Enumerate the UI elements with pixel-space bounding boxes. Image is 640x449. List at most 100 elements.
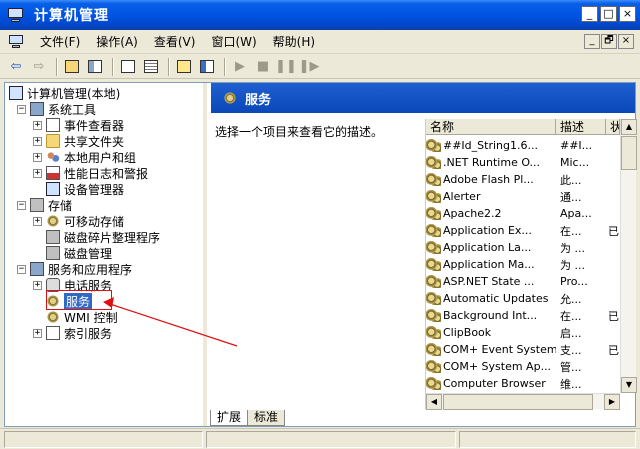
- service-gear-icon: [426, 275, 441, 288]
- vertical-scrollbar[interactable]: ▲ ▼: [620, 119, 637, 393]
- service-desc: 启...: [560, 326, 582, 340]
- service-gear-icon: [426, 224, 441, 237]
- maximize-button[interactable]: □: [600, 6, 617, 22]
- menu-help[interactable]: 帮助(H): [265, 33, 323, 50]
- tree-node-device-manager[interactable]: 设备管理器: [33, 181, 124, 197]
- scroll-right-icon[interactable]: ▶: [604, 394, 620, 410]
- service-row[interactable]: ClipBook 启...: [426, 324, 620, 341]
- scroll-thumb[interactable]: [443, 394, 593, 410]
- tree-node-storage[interactable]: − 存储: [17, 197, 72, 213]
- child-restore-button[interactable]: 🗗: [601, 34, 617, 49]
- expand-icon[interactable]: +: [33, 280, 42, 290]
- scroll-thumb[interactable]: [621, 136, 637, 170]
- scroll-down-icon[interactable]: ▼: [621, 377, 637, 393]
- system-menu-icon[interactable]: [8, 34, 26, 50]
- tree-node-services-apps[interactable]: − 服务和应用程序: [17, 261, 132, 277]
- child-close-button[interactable]: ×: [618, 34, 634, 49]
- show-hide-tree-icon[interactable]: [85, 57, 105, 77]
- tab-standard[interactable]: 标准: [247, 410, 286, 426]
- column-header-status[interactable]: 状: [606, 119, 620, 135]
- tree-label: 计算机管理(本地): [27, 86, 121, 101]
- service-row[interactable]: Adobe Flash Pl... 此...: [426, 171, 620, 188]
- details-header: 服务: [211, 83, 635, 113]
- service-name: Automatic Updates: [443, 292, 549, 305]
- main-pane: 计算机管理(本地) − 系统工具 + 事件查看器 + 共享文件夹 + 本地用户和…: [4, 82, 637, 427]
- properties-icon[interactable]: [197, 57, 217, 77]
- tree-node-wmi[interactable]: WMI 控制: [33, 309, 118, 325]
- scroll-up-icon[interactable]: ▲: [621, 119, 637, 135]
- menu-window[interactable]: 窗口(W): [203, 33, 264, 50]
- column-header-description[interactable]: 描述: [556, 119, 606, 135]
- service-row[interactable]: .NET Runtime O... Mic...: [426, 154, 620, 171]
- service-row[interactable]: Application Ex... 在... 已: [426, 222, 620, 239]
- export-list-icon[interactable]: [141, 57, 161, 77]
- service-row[interactable]: Alerter 通...: [426, 188, 620, 205]
- tree-node-event-viewer[interactable]: + 事件查看器: [33, 117, 124, 133]
- expand-icon[interactable]: +: [33, 216, 42, 226]
- scroll-left-icon[interactable]: ◀: [426, 394, 442, 410]
- service-row[interactable]: ASP.NET State ... Pro...: [426, 273, 620, 290]
- service-gear-icon: [426, 173, 441, 186]
- service-row[interactable]: COM+ System Ap... 管...: [426, 358, 620, 375]
- child-minimize-button[interactable]: _: [584, 34, 600, 49]
- collapse-icon[interactable]: −: [17, 200, 26, 210]
- expand-icon[interactable]: +: [33, 152, 42, 162]
- tree-node-removable-storage[interactable]: + 可移动存储: [33, 213, 124, 229]
- up-folder-icon[interactable]: [62, 57, 82, 77]
- service-desc: 支...: [560, 343, 582, 357]
- minimize-button[interactable]: _: [581, 6, 598, 22]
- back-icon[interactable]: ⇦: [6, 57, 26, 77]
- computer-icon: [9, 86, 23, 100]
- users-icon: [46, 150, 60, 164]
- tree-label: 系统工具: [48, 102, 97, 117]
- service-row[interactable]: Application Ma... 为 ...: [426, 256, 620, 273]
- expand-icon[interactable]: +: [33, 120, 42, 130]
- service-row[interactable]: Automatic Updates 允...: [426, 290, 620, 307]
- service-desc: 管...: [560, 360, 582, 374]
- service-row[interactable]: Application La... 为 ...: [426, 239, 620, 256]
- tree-node-defrag[interactable]: 磁盘碎片整理程序: [33, 229, 160, 245]
- service-row[interactable]: Computer Browser 维...: [426, 375, 620, 392]
- tree-label: WMI 控制: [64, 310, 118, 325]
- tab-extended[interactable]: 扩展: [210, 410, 249, 426]
- refresh-icon[interactable]: [118, 57, 138, 77]
- view-tabs: 扩展 标准: [210, 408, 286, 426]
- start-service-icon[interactable]: ▶: [230, 57, 250, 77]
- status-panel: [458, 431, 636, 448]
- stop-service-icon[interactable]: ■: [253, 57, 273, 77]
- details-pane: 服务 选择一个项目来查看它的描述。 名称 描述 状 ##Id_String1.6…: [211, 83, 637, 426]
- service-name-cell: Application Ma...: [426, 258, 556, 271]
- expand-icon[interactable]: +: [33, 136, 42, 146]
- service-gear-icon: [426, 343, 441, 356]
- expand-icon[interactable]: +: [33, 168, 42, 178]
- restart-service-icon[interactable]: ❚▶: [299, 57, 320, 77]
- pause-service-icon[interactable]: ❚❚: [275, 57, 297, 77]
- close-button[interactable]: ×: [619, 6, 636, 22]
- service-row[interactable]: COM+ Event System 支... 已: [426, 341, 620, 358]
- column-header-name[interactable]: 名称: [426, 119, 556, 135]
- service-desc: 维...: [560, 377, 582, 391]
- tree-label: 本地用户和组: [64, 150, 137, 165]
- tree-node-local-users[interactable]: + 本地用户和组: [33, 149, 136, 165]
- tree-node-root[interactable]: 计算机管理(本地): [9, 85, 120, 101]
- tree-node-perf-logs[interactable]: + 性能日志和警报: [33, 165, 148, 181]
- tree-node-disk-management[interactable]: 磁盘管理: [33, 245, 112, 261]
- disk-management-icon: [46, 246, 60, 260]
- service-row[interactable]: ##Id_String1.6... ##I...: [426, 137, 620, 154]
- wmi-icon: [46, 310, 60, 324]
- tree-node-shared-folders[interactable]: + 共享文件夹: [33, 133, 124, 149]
- tree-node-indexing[interactable]: + 索引服务: [33, 325, 112, 341]
- expand-icon[interactable]: +: [33, 328, 42, 338]
- tree-node-system-tools[interactable]: − 系统工具: [17, 101, 96, 117]
- service-row[interactable]: Background Int... 在... 已: [426, 307, 620, 324]
- help-icon[interactable]: [174, 57, 194, 77]
- service-row[interactable]: Apache2.2 Apa...: [426, 205, 620, 222]
- service-name-cell: Apache2.2: [426, 207, 556, 220]
- menu-view[interactable]: 查看(V): [146, 33, 204, 50]
- horizontal-scrollbar[interactable]: ◀ ▶: [426, 393, 620, 410]
- collapse-icon[interactable]: −: [17, 104, 26, 114]
- menu-file[interactable]: 文件(F): [32, 33, 88, 50]
- collapse-icon[interactable]: −: [17, 264, 26, 274]
- forward-icon[interactable]: ⇨: [29, 57, 49, 77]
- menu-action[interactable]: 操作(A): [88, 33, 146, 50]
